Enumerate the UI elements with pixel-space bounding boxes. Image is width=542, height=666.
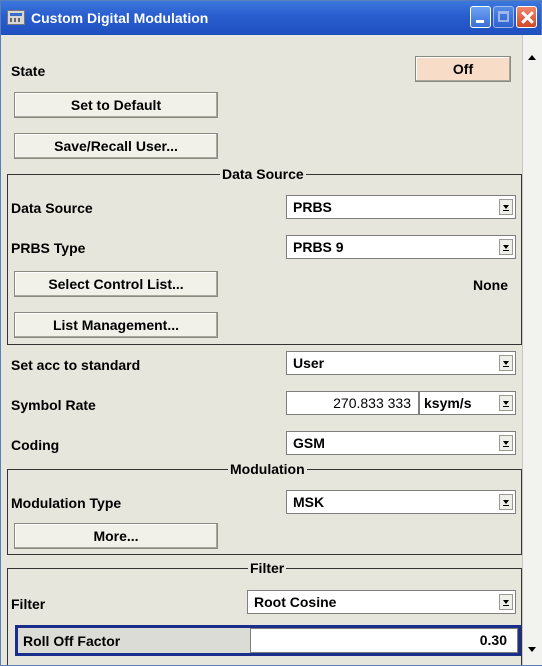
close-button[interactable] [516,6,537,28]
maximize-button[interactable] [493,6,514,28]
filter-label: Filter [11,596,46,612]
minimize-button[interactable] [470,6,491,28]
data-source-value: PRBS [293,199,332,215]
prbs-type-select[interactable]: PRBS 9 [286,235,516,259]
filter-group-title: Filter [248,560,287,576]
data-source-label: Data Source [11,200,93,216]
modulation-type-value: MSK [293,494,325,510]
symbol-rate-unit-select[interactable]: ksym/s [419,391,516,415]
title-bar[interactable]: Custom Digital Modulation [1,1,541,35]
coding-label: Coding [11,437,60,453]
chevron-down-icon[interactable] [499,395,513,411]
save-recall-user-button[interactable]: Save/Recall User... [14,133,218,159]
symbol-rate-label: Symbol Rate [11,397,96,413]
chevron-down-icon[interactable] [499,199,513,215]
set-to-default-button[interactable]: Set to Default [14,92,218,118]
filter-value: Root Cosine [254,594,337,610]
symbol-rate-input[interactable]: 270.833 333 [286,391,419,415]
filter-select[interactable]: Root Cosine [247,590,516,614]
dialog-content: State Off Set to Default Save/Recall Use… [3,35,522,665]
standard-label: Set acc to standard [11,357,141,373]
chevron-down-icon[interactable] [499,355,513,371]
standard-value: User [293,355,325,371]
chevron-down-icon[interactable] [499,594,513,610]
coding-select[interactable]: GSM [286,431,516,455]
data-source-select[interactable]: PRBS [286,195,516,219]
modulation-type-label: Modulation Type [11,495,122,511]
window-app-icon [7,10,25,25]
data-source-group-title: Data Source [220,166,306,182]
list-management-button[interactable]: List Management... [14,312,218,338]
standard-select[interactable]: User [286,351,516,375]
modulation-type-select[interactable]: MSK [286,490,516,514]
chevron-down-icon[interactable] [499,239,513,255]
symbol-rate-unit: ksym/s [424,395,472,411]
window-title: Custom Digital Modulation [31,10,209,26]
vertical-scrollbar[interactable] [522,35,542,665]
modulation-group-title: Modulation [228,461,307,477]
control-list-value: None [473,277,508,293]
roll-off-factor-row[interactable]: Roll Off Factor 0.30 [15,625,521,656]
state-label: State [11,63,46,79]
coding-value: GSM [293,435,325,451]
select-control-list-button[interactable]: Select Control List... [14,271,218,297]
scroll-down-arrow-icon[interactable] [528,647,536,652]
roll-off-factor-label: Roll Off Factor [23,633,121,649]
more-button[interactable]: More... [14,523,218,549]
roll-off-factor-input[interactable]: 0.30 [250,628,518,653]
prbs-type-label: PRBS Type [11,240,86,256]
prbs-type-value: PRBS 9 [293,239,344,255]
chevron-down-icon[interactable] [499,494,513,510]
custom-digital-modulation-window: Custom Digital Modulation State Off Set … [0,0,542,666]
chevron-down-icon[interactable] [499,435,513,451]
state-toggle-button[interactable]: Off [415,56,511,82]
scroll-up-arrow-icon[interactable] [528,55,536,60]
